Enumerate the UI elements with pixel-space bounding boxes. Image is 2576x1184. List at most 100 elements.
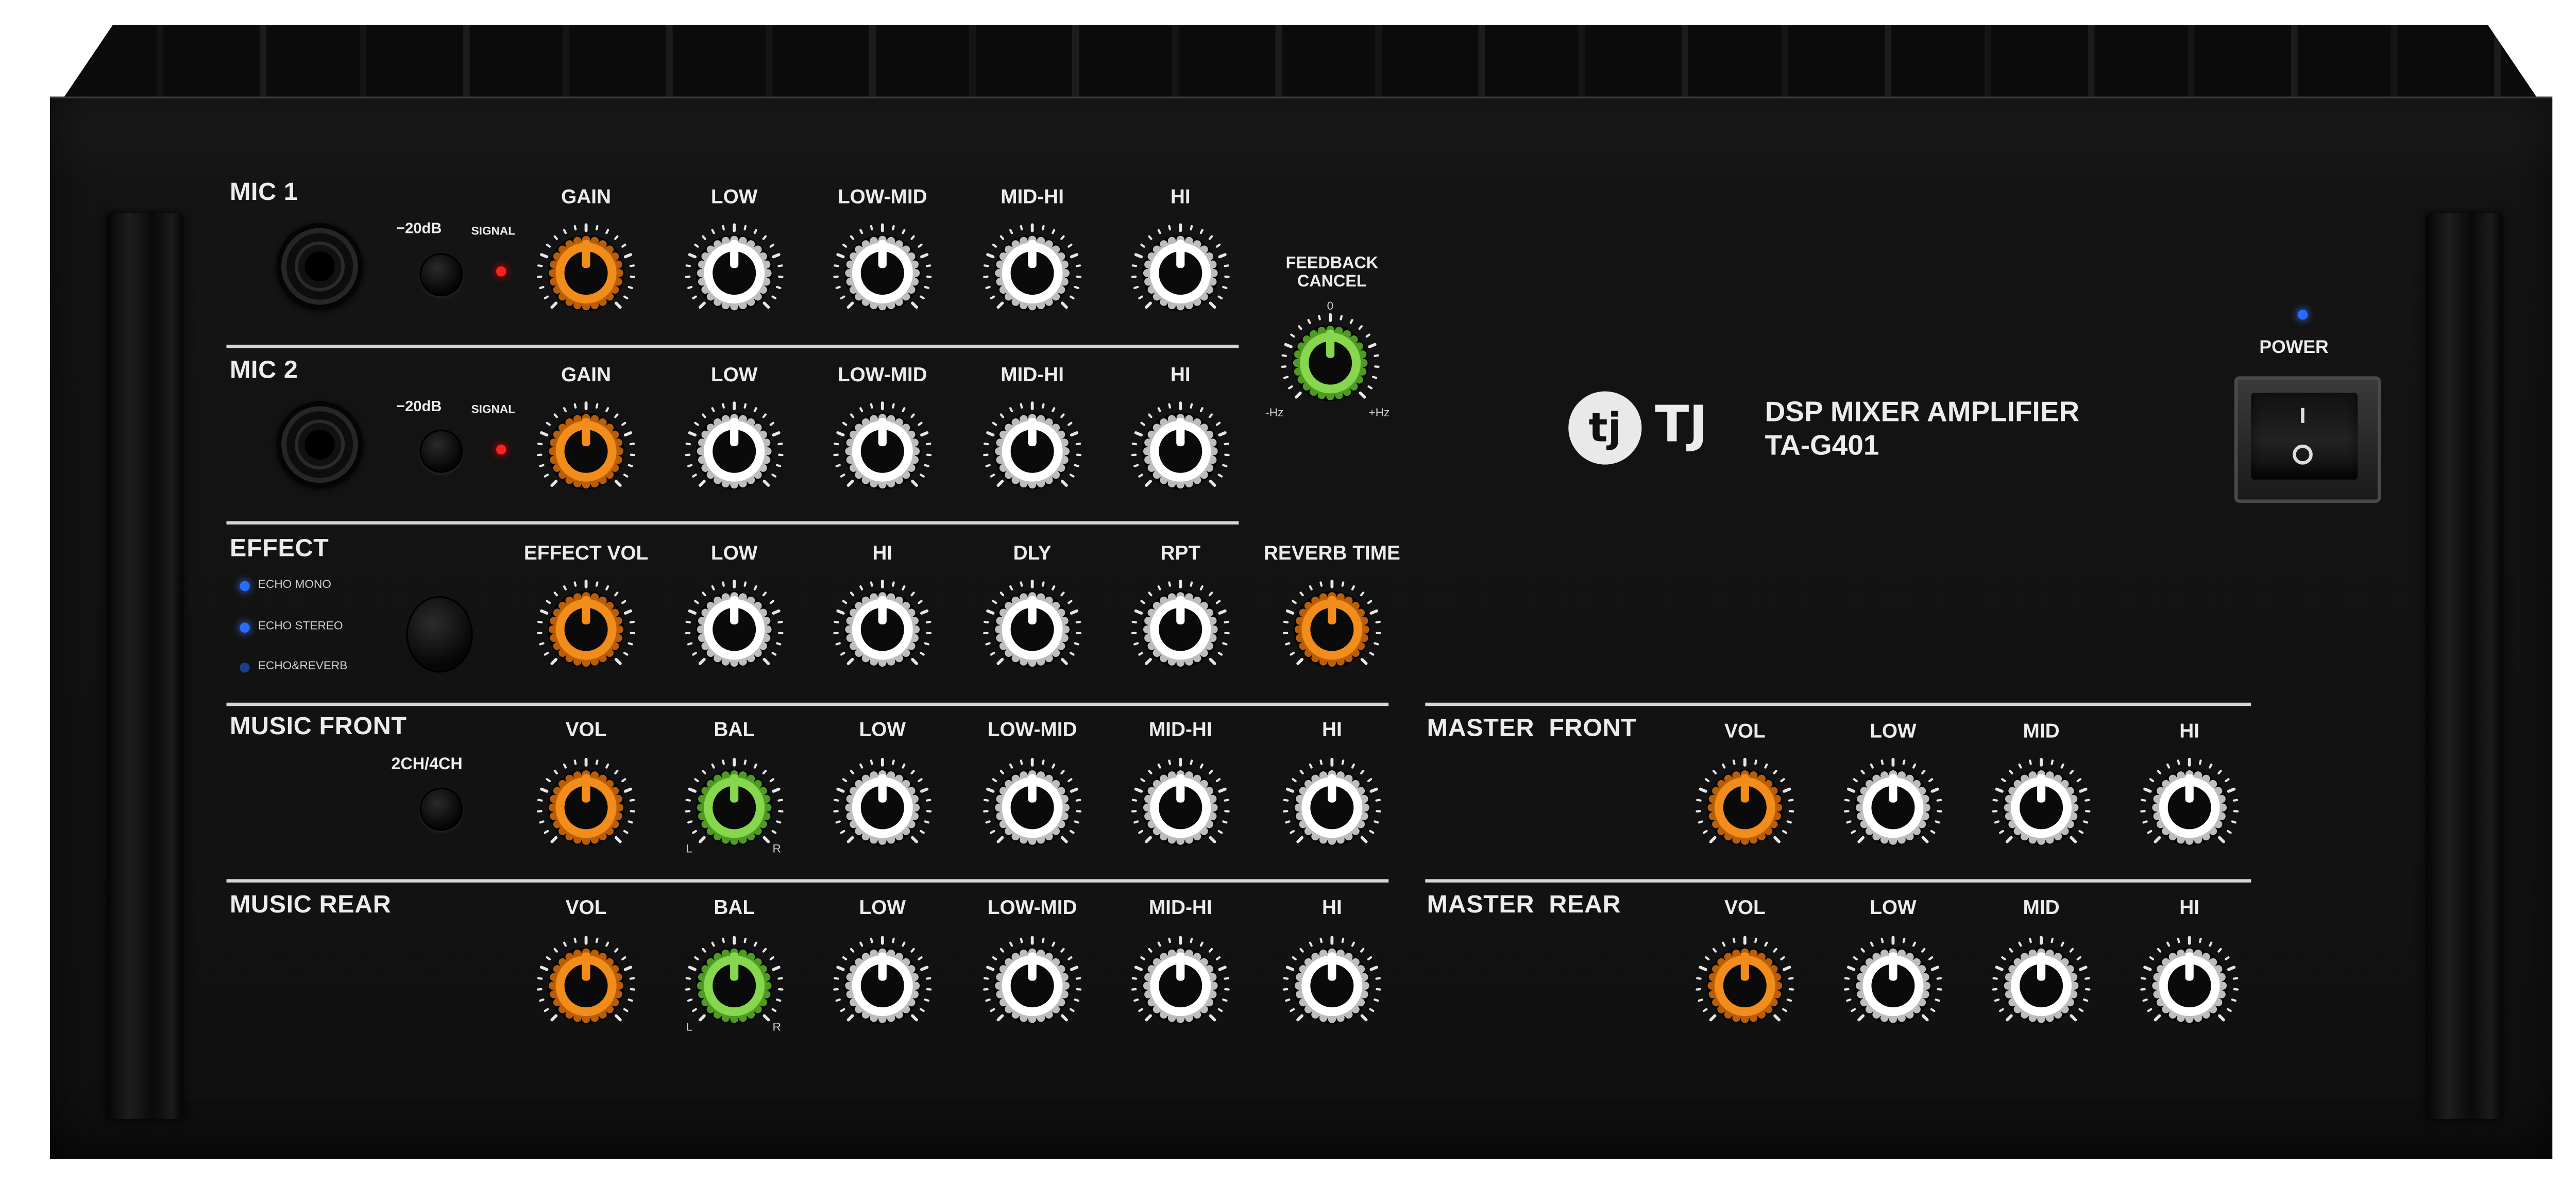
master-front-mid-knob-label: MID <box>2023 719 2060 743</box>
mic1-mid-hi-knob[interactable] <box>979 220 1086 327</box>
mic1-pad-label: −20dB <box>396 219 442 236</box>
mic2-title: MIC 2 <box>229 356 298 385</box>
mic2-mid-hi-knob[interactable] <box>979 398 1086 504</box>
mic2-hi-knob[interactable] <box>1127 398 1234 504</box>
effect-rpt-knob[interactable] <box>1127 576 1234 683</box>
feedback-cancel-knob[interactable] <box>1277 310 1384 416</box>
music-front-vol-knob[interactable] <box>533 754 639 861</box>
master-front-hi-knob[interactable] <box>2136 754 2243 861</box>
feedback-title-line1: FEEDBACK <box>1285 255 1379 273</box>
music-front-switch-label: 2CH/4CH <box>391 756 463 774</box>
mic1-low-mid-knob[interactable] <box>829 220 936 327</box>
music-rear-hi-knob-label: HI <box>1321 895 1342 919</box>
music-rear-low-mid-knob[interactable] <box>979 933 1086 1039</box>
music-front-low-knob-label: LOW <box>859 717 906 741</box>
effect-title: EFFECT <box>229 534 329 563</box>
music-front-low-knob[interactable] <box>829 754 936 861</box>
mic2-gain-knob[interactable] <box>533 398 639 504</box>
music-front-bal-knob-label: BAL <box>714 717 755 741</box>
master-rear-hi-knob-label: HI <box>2179 895 2200 919</box>
music-front-low-mid-knob-label: LOW-MID <box>987 717 1077 741</box>
music-rear-mid-hi-knob[interactable] <box>1127 933 1234 1039</box>
music-rear-title: MUSIC REAR <box>229 890 392 919</box>
music-front-hi-knob-label: HI <box>1321 717 1342 741</box>
music-front-mid-hi-knob[interactable] <box>1127 754 1234 861</box>
mic1-low-knob-label: LOW <box>710 184 758 208</box>
master-front-low-knob[interactable] <box>1840 754 1946 861</box>
master-rear-mid-knob-label: MID <box>2023 895 2060 919</box>
mic1-hi-knob-label: HI <box>1170 184 1191 208</box>
music-rear-bal-knob[interactable] <box>681 933 788 1039</box>
power-led <box>2297 310 2308 320</box>
mic2-signal-led <box>496 444 506 455</box>
divider <box>1425 702 2251 706</box>
master-rear-title: MASTER REAR <box>1427 890 1621 919</box>
effect-effect-vol-knob[interactable] <box>533 576 639 683</box>
mic1-gain-knob-label: GAIN <box>561 184 612 208</box>
master-rear-low-knob[interactable] <box>1840 933 1946 1039</box>
music-rear-vol-knob[interactable] <box>533 933 639 1039</box>
mic2-signal-label: SIGNAL <box>471 404 516 416</box>
music-rear-mid-hi-knob-label: MID-HI <box>1148 895 1212 919</box>
power-rocker[interactable] <box>2251 393 2358 480</box>
mic2-low-mid-knob[interactable] <box>829 398 936 504</box>
effect-dly-knob[interactable] <box>979 576 1086 683</box>
effect-hi-knob[interactable] <box>829 576 936 683</box>
mic2-hi-knob-label: HI <box>1170 363 1191 386</box>
effect-mode-button[interactable] <box>406 596 473 673</box>
music-rear-low-mid-knob-label: LOW-MID <box>987 895 1077 919</box>
divider <box>226 702 1389 706</box>
mic1-pad-button[interactable] <box>419 253 463 297</box>
echo-stereo-led <box>240 622 250 633</box>
master-rear-mid-knob[interactable] <box>1988 933 2095 1039</box>
master-rear-vol-knob-label: VOL <box>1724 895 1766 919</box>
rack-handle-right <box>2426 213 2503 1119</box>
effect-reverb-time-knob[interactable] <box>1279 576 1385 683</box>
mic2-gain-knob-label: GAIN <box>561 363 612 386</box>
master-front-vol-knob[interactable] <box>1691 754 1798 861</box>
music-rear-vol-knob-label: VOL <box>565 895 607 919</box>
effect-hi-knob-label: HI <box>872 541 893 565</box>
power-switch[interactable] <box>2234 376 2381 503</box>
music-front-bal-knob[interactable] <box>681 754 788 861</box>
master-front-mid-knob[interactable] <box>1988 754 2095 861</box>
music-rear-low-knob[interactable] <box>829 933 936 1039</box>
master-front-low-knob-label: LOW <box>1870 719 1917 743</box>
music-front-mid-hi-knob-label: MID-HI <box>1148 717 1212 741</box>
power-on-mark <box>2301 408 2304 423</box>
mic1-mid-hi-knob-label: MID-HI <box>1001 184 1064 208</box>
power-label: POWER <box>2259 338 2329 358</box>
master-front-title: MASTER FRONT <box>1427 714 1637 743</box>
mic1-low-mid-knob-label: LOW-MID <box>837 184 927 208</box>
master-rear-hi-knob[interactable] <box>2136 933 2243 1039</box>
mic2-pad-button[interactable] <box>419 429 463 473</box>
effect-low-knob[interactable] <box>681 576 788 683</box>
mic2-low-knob[interactable] <box>681 398 788 504</box>
mic1-signal-label: SIGNAL <box>471 226 516 239</box>
mic1-title: MIC 1 <box>229 178 298 207</box>
music-front-low-mid-knob[interactable] <box>979 754 1086 861</box>
amplifier-front: MIC 1 −20dB SIGNAL MIC 2 −20dB SIGNAL FE… <box>0 0 2576 1184</box>
echo-reverb-led <box>240 663 250 673</box>
model-number: TA-G401 <box>1765 429 1879 462</box>
mic2-input-jack[interactable] <box>276 401 363 488</box>
master-rear-low-knob-label: LOW <box>1870 895 1917 919</box>
master-rear-vol-knob[interactable] <box>1691 933 1798 1039</box>
mic1-low-knob[interactable] <box>681 220 788 327</box>
mic1-input-jack[interactable] <box>276 223 363 310</box>
music-rear-low-knob-label: LOW <box>859 895 906 919</box>
mic1-hi-knob[interactable] <box>1127 220 1234 327</box>
mic1-gain-knob[interactable] <box>533 220 639 327</box>
music-front-hi-knob[interactable] <box>1279 754 1385 861</box>
feedback-title-line2: CANCEL <box>1297 273 1367 292</box>
product-name: DSP MIXER AMPLIFIER <box>1765 396 2080 428</box>
channel-mode-button[interactable] <box>419 787 463 831</box>
echo-reverb-label: ECHO&REVERB <box>258 661 348 673</box>
rack-handle-left <box>106 213 183 1119</box>
echo-mono-label: ECHO MONO <box>258 579 331 591</box>
music-rear-hi-knob[interactable] <box>1279 933 1385 1039</box>
mic1-signal-led <box>496 266 506 277</box>
divider <box>226 344 1239 348</box>
music-front-title: MUSIC FRONT <box>229 713 407 741</box>
effect-low-knob-label: LOW <box>710 541 758 565</box>
